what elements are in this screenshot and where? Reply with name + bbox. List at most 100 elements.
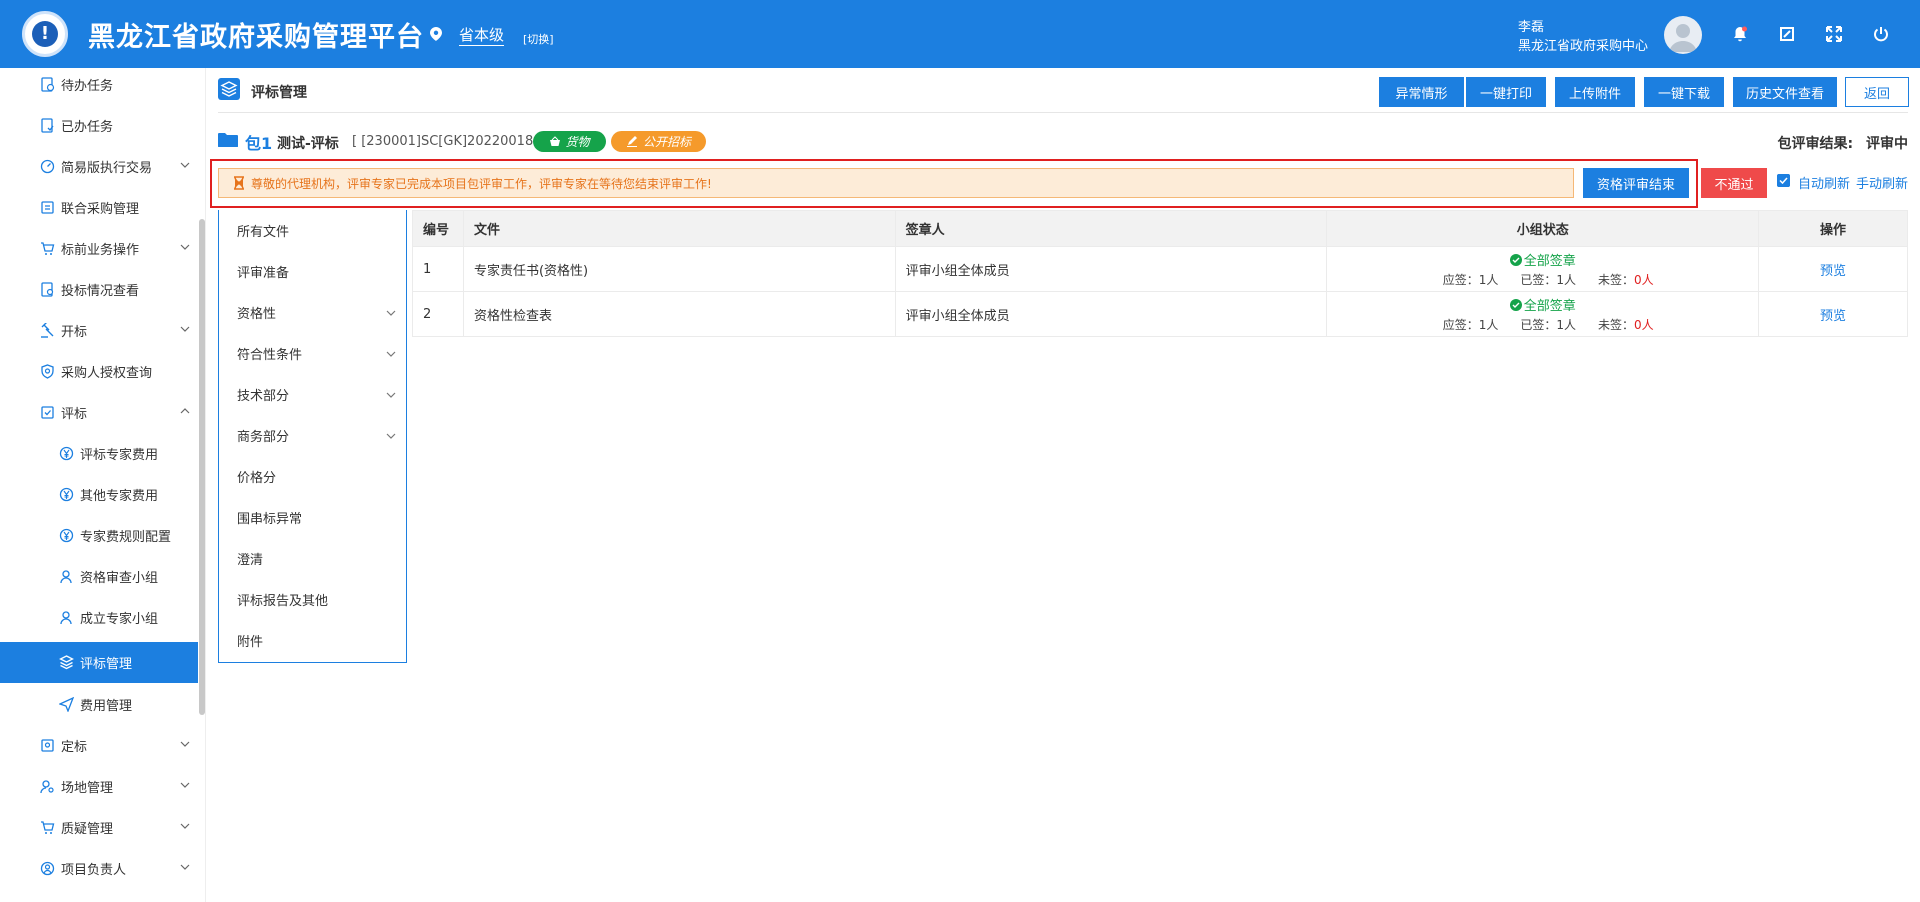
location-pin-icon bbox=[430, 27, 442, 41]
category-all-files[interactable]: 所有文件 bbox=[219, 210, 406, 251]
sidebar-item-label: 简易版执行交易 bbox=[61, 160, 153, 176]
history-files-button[interactable]: 历史文件查看 bbox=[1733, 77, 1837, 107]
category-technical[interactable]: 技术部分 bbox=[219, 374, 406, 415]
sidebar-item-pre-bid[interactable]: 标前业务操作 bbox=[0, 228, 198, 268]
check-circle-icon bbox=[1509, 298, 1522, 311]
chevron-down-icon bbox=[386, 392, 396, 398]
sidebar-item-award[interactable]: 定标 bbox=[0, 725, 198, 765]
sidebar-item-todo[interactable]: 待办任务 bbox=[0, 64, 198, 104]
category-label: 围串标异常 bbox=[237, 512, 303, 527]
page-title: 评标管理 bbox=[251, 85, 307, 101]
search-doc-icon bbox=[41, 281, 54, 297]
basket-icon bbox=[550, 136, 561, 146]
sidebar-item-fee-rules[interactable]: 专家费规则配置 bbox=[0, 515, 198, 555]
cell-signer: 评审小组全体成员 bbox=[894, 291, 1328, 337]
sidebar-item-label: 评标专家费用 bbox=[80, 447, 159, 463]
user-name: 李磊 bbox=[1518, 20, 1545, 35]
cell-num: 1 bbox=[412, 246, 464, 292]
category-qualification[interactable]: 资格性 bbox=[219, 292, 406, 333]
header-signer: 签章人 bbox=[894, 210, 1328, 247]
cell-file: 专家责任书(资格性) bbox=[462, 246, 896, 292]
power-icon[interactable] bbox=[1872, 25, 1890, 43]
download-all-button[interactable]: 一键下载 bbox=[1644, 77, 1724, 107]
sidebar-item-venue[interactable]: 场地管理 bbox=[0, 766, 198, 806]
sidebar-item-label: 成立专家小组 bbox=[80, 611, 159, 627]
category-collusion[interactable]: 围串标异常 bbox=[219, 497, 406, 538]
sidebar-item-joint-purchase[interactable]: 联合采购管理 bbox=[0, 187, 198, 227]
sidebar-item-label: 待办任务 bbox=[61, 78, 114, 94]
sidebar-item-done[interactable]: 已办任务 bbox=[0, 105, 198, 145]
region-level[interactable]: 省本级 bbox=[459, 24, 504, 45]
sidebar-item-expert-fee[interactable]: 评标专家费用 bbox=[0, 433, 198, 473]
method-badge: 公开招标 bbox=[611, 131, 706, 152]
chevron-down-icon bbox=[180, 782, 190, 788]
notice-text: 尊敬的代理机构，评审专家已完成本项目包评审工作，评审专家在等待您结束评审工作! bbox=[251, 176, 712, 191]
sidebar-item-expert-group[interactable]: 成立专家小组 bbox=[0, 597, 198, 637]
sidebar-item-fee-management[interactable]: 费用管理 bbox=[0, 684, 198, 724]
sidebar-item-simple-trade[interactable]: 简易版执行交易 bbox=[0, 146, 198, 186]
top-header: ! 黑龙江省政府采购管理平台 省本级 [切换] 李磊 黑龙江省政府采购中心 bbox=[0, 0, 1920, 68]
sidebar-item-project-lead[interactable]: 项目负责人 bbox=[0, 848, 198, 888]
chevron-down-icon bbox=[180, 864, 190, 870]
yen-coin-icon bbox=[59, 528, 74, 542]
gauge-icon bbox=[40, 159, 55, 173]
sidebar-item-label: 联合采购管理 bbox=[61, 201, 140, 217]
sidebar-item-evaluation[interactable]: 评标 bbox=[0, 392, 198, 432]
sidebar-item-bid-opening[interactable]: 开标 bbox=[0, 310, 198, 350]
print-all-button[interactable]: 一键打印 bbox=[1466, 77, 1546, 107]
task-list-icon bbox=[41, 76, 55, 92]
category-label: 商务部分 bbox=[237, 430, 290, 445]
chevron-down-icon bbox=[180, 162, 190, 168]
signed: 已签：1人 bbox=[1520, 272, 1577, 287]
sidebar-item-label: 资格审查小组 bbox=[80, 570, 159, 586]
hourglass-icon bbox=[234, 176, 244, 190]
chevron-down-icon bbox=[180, 823, 190, 829]
sidebar-item-qual-group[interactable]: 资格审查小组 bbox=[0, 556, 198, 596]
screen-capture-icon[interactable] bbox=[1778, 25, 1796, 43]
category-attachments[interactable]: 附件 bbox=[219, 620, 406, 661]
sidebar-item-other-expert-fee[interactable]: 其他专家费用 bbox=[0, 474, 198, 514]
sign-counts: 应签：1人 已签：1人 未签：0人 bbox=[1327, 271, 1758, 288]
end-qualification-button[interactable]: 资格评审结束 bbox=[1583, 168, 1689, 198]
abnormal-button[interactable]: 异常情形 bbox=[1379, 77, 1464, 107]
sidebar-scrollbar[interactable] bbox=[199, 219, 205, 715]
sidebar-item-buyer-auth[interactable]: 采购人授权查询 bbox=[0, 351, 198, 391]
category-report[interactable]: 评标报告及其他 bbox=[219, 579, 406, 620]
sidebar-item-label: 标前业务操作 bbox=[61, 242, 140, 258]
fullscreen-icon[interactable] bbox=[1825, 25, 1843, 43]
category-price[interactable]: 价格分 bbox=[219, 456, 406, 497]
unsigned-label: 未签： bbox=[1598, 272, 1635, 287]
category-label: 所有文件 bbox=[237, 225, 290, 240]
header-op: 操作 bbox=[1758, 210, 1908, 247]
category-compliance[interactable]: 符合性条件 bbox=[219, 333, 406, 374]
unsigned-value: 0人 bbox=[1634, 272, 1654, 287]
category-business[interactable]: 商务部分 bbox=[219, 415, 406, 456]
goods-badge-label: 货物 bbox=[565, 135, 590, 149]
sidebar-item-label: 项目负责人 bbox=[61, 862, 127, 878]
sidebar-item-challenge[interactable]: 质疑管理 bbox=[0, 807, 198, 847]
back-button[interactable]: 返回 bbox=[1845, 77, 1909, 107]
preview-link[interactable]: 预览 bbox=[1820, 309, 1846, 324]
switch-region-link[interactable]: [切换] bbox=[523, 31, 554, 47]
preview-link[interactable]: 预览 bbox=[1820, 264, 1846, 279]
reject-button[interactable]: 不通过 bbox=[1701, 168, 1767, 198]
auto-refresh-checkbox[interactable] bbox=[1777, 174, 1790, 187]
category-label: 资格性 bbox=[237, 307, 277, 322]
user-circle-icon bbox=[40, 861, 55, 875]
sidebar-item-label: 费用管理 bbox=[80, 698, 133, 714]
category-preparation[interactable]: 评审准备 bbox=[219, 251, 406, 292]
send-icon bbox=[59, 696, 74, 712]
sidebar-item-bid-status[interactable]: 投标情况查看 bbox=[0, 269, 198, 309]
auto-refresh-label[interactable]: 自动刷新 bbox=[1798, 173, 1850, 192]
chevron-down-icon bbox=[386, 351, 396, 357]
user-avatar[interactable] bbox=[1664, 16, 1702, 54]
file-category-panel: 所有文件 评审准备 资格性 符合性条件 技术部分 商务部分 价格分 围串标异常 … bbox=[218, 210, 407, 663]
sidebar-item-eval-management[interactable]: 评标管理 bbox=[0, 642, 198, 683]
notification-bell-icon[interactable] bbox=[1731, 25, 1749, 43]
cell-signer: 评审小组全体成员 bbox=[894, 246, 1328, 292]
status-ok: 全部签章 bbox=[1509, 250, 1576, 269]
upload-attachment-button[interactable]: 上传附件 bbox=[1555, 77, 1635, 107]
category-clarification[interactable]: 澄清 bbox=[219, 538, 406, 579]
sidebar-item-label: 开标 bbox=[61, 324, 88, 340]
manual-refresh-link[interactable]: 手动刷新 bbox=[1856, 173, 1908, 192]
